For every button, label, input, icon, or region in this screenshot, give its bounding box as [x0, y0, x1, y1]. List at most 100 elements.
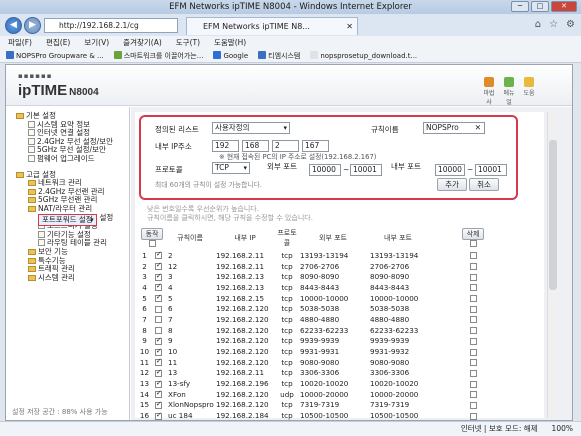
run-button[interactable]: 동작 — [140, 227, 164, 240]
rule-name-link[interactable]: 6 — [166, 303, 214, 314]
rule-enable-checkbox[interactable] — [155, 250, 162, 260]
rule-delete-checkbox[interactable] — [469, 252, 477, 260]
back-button[interactable]: ◀ — [5, 17, 22, 34]
rule-enable-checkbox[interactable] — [155, 293, 162, 303]
rule-name-link[interactable]: 3 — [166, 271, 214, 282]
rule-enable-checkbox[interactable] — [155, 400, 162, 409]
rule-list-select[interactable]: 사용자정의 — [212, 122, 290, 134]
rule-enable-checkbox[interactable] — [155, 272, 162, 281]
ext-port-to-input[interactable]: 10001 — [350, 164, 382, 176]
url-input[interactable]: http://192.168.2.1/cg — [44, 18, 178, 33]
rule-delete-checkbox[interactable] — [469, 359, 477, 367]
rule-delete-checkbox[interactable] — [469, 284, 477, 292]
rule-delete-checkbox[interactable] — [469, 412, 477, 420]
menu-item-1[interactable]: 편집(E) — [46, 36, 70, 49]
scrollbar-thumb[interactable] — [549, 140, 557, 290]
favorite-link-1[interactable]: 스마트워크를 이끌어가는... — [113, 49, 203, 62]
rule-delete-checkbox[interactable] — [469, 369, 477, 377]
name-header: 규칙이름 — [177, 233, 203, 242]
rule-delete-checkbox[interactable] — [469, 348, 477, 356]
browser-tab[interactable]: EFM Networks ipTIME N8... ✕ — [186, 17, 358, 35]
rule-delete-checkbox[interactable] — [469, 380, 477, 388]
rule-name-link[interactable]: 11 — [166, 357, 214, 368]
rule-name-link[interactable]: XFon — [166, 389, 214, 400]
rule-enable-checkbox[interactable] — [155, 336, 162, 345]
rule-name-link[interactable]: 13-sfy — [166, 378, 214, 389]
tab-close-icon[interactable]: ✕ — [346, 18, 353, 35]
header-icon-0[interactable]: 마법사 — [482, 77, 496, 106]
favorites-star-icon[interactable]: ☆ — [549, 19, 558, 30]
rule-enable-checkbox[interactable] — [155, 368, 162, 377]
rule-name-link[interactable]: 2 — [166, 250, 214, 261]
add-button[interactable]: 추가 — [437, 178, 467, 191]
favorite-label: nopsprosetup_download.t... — [320, 52, 418, 60]
menu-item-3[interactable]: 즐겨찾기(A) — [123, 36, 162, 49]
clear-icon[interactable]: ✕ — [475, 123, 481, 133]
rule-name-link[interactable]: 10 — [166, 346, 214, 357]
header-icon-1[interactable]: 메뉴얼 — [502, 77, 516, 106]
menu-tree-item[interactable]: 펌웨어 업그레이드 — [16, 154, 113, 164]
rule-enable-cell — [151, 378, 166, 389]
rule-enable-checkbox[interactable] — [155, 305, 162, 313]
zoom-level[interactable]: 100% — [552, 422, 573, 436]
rule-name-link[interactable]: 8 — [166, 325, 214, 336]
rules-table-wrap: 동작 규칙이름 내부 IP 프로토콜 외부 포트 내부 포트 삭제 12192.… — [138, 225, 518, 421]
rule-enable-checkbox[interactable] — [155, 357, 162, 367]
header-icon-2[interactable]: 도움 — [522, 77, 536, 106]
menu-item-5[interactable]: 도움말(H) — [214, 36, 246, 49]
favorite-link-4[interactable]: nopsprosetup_download.t... — [310, 49, 417, 62]
delete-all-checkbox[interactable] — [469, 240, 477, 247]
favorite-icon — [258, 51, 267, 59]
forward-button[interactable]: ▶ — [24, 17, 41, 34]
rule-delete-checkbox[interactable] — [469, 337, 477, 345]
rule-enable-checkbox[interactable] — [155, 411, 162, 420]
cancel-button[interactable]: 취소 — [469, 178, 499, 191]
rule-enable-checkbox[interactable] — [155, 389, 162, 399]
rule-name-link[interactable]: 12 — [166, 261, 214, 272]
rule-delete-checkbox[interactable] — [469, 316, 477, 324]
delete-button[interactable]: 삭제 — [461, 227, 485, 240]
minimize-button[interactable]: ─ — [511, 1, 529, 12]
maximize-button[interactable]: □ — [531, 1, 549, 12]
rule-ip: 192.168.2.120 — [216, 389, 269, 399]
rule-enable-checkbox[interactable] — [155, 261, 162, 271]
rule-name-link[interactable]: 7 — [166, 314, 214, 325]
rule-enable-checkbox[interactable] — [155, 282, 162, 292]
favorite-link-2[interactable]: Google — [213, 49, 248, 62]
vertical-scrollbar[interactable] — [547, 112, 557, 418]
home-icon[interactable]: ⌂ — [535, 19, 541, 30]
rule-name-input[interactable]: NOPSPro ✕ — [423, 122, 485, 134]
rule-name-link[interactable]: 4 — [166, 282, 214, 293]
tools-gear-icon[interactable]: ⚙ — [566, 19, 575, 30]
rule-enable-checkbox[interactable] — [155, 379, 162, 388]
menu-item-4[interactable]: 도구(T) — [176, 36, 200, 49]
rule-delete-checkbox[interactable] — [469, 391, 477, 399]
ext-port-from-input[interactable]: 10000 — [309, 164, 341, 176]
rule-delete-checkbox[interactable] — [469, 273, 477, 281]
rule-enable-checkbox[interactable] — [155, 347, 162, 356]
close-window-button[interactable]: ✕ — [551, 1, 577, 12]
rule-delete-checkbox[interactable] — [469, 401, 477, 409]
rule-delete-checkbox[interactable] — [469, 263, 477, 271]
favorite-link-3[interactable]: 티엠시스템 — [258, 49, 300, 62]
rule-enable-checkbox[interactable] — [155, 316, 162, 324]
rule-delete-checkbox[interactable] — [469, 305, 477, 313]
menu-item-2[interactable]: 보기(V) — [84, 36, 109, 49]
rule-name-link[interactable]: 13 — [166, 368, 214, 379]
folder-icon — [28, 180, 36, 187]
rule-name-link[interactable]: 5 — [166, 293, 214, 304]
select-all-checkbox[interactable] — [148, 240, 156, 247]
rule-delete-checkbox[interactable] — [469, 295, 477, 303]
rule-name-link[interactable]: uc 184 — [166, 410, 214, 421]
rule-name-link[interactable]: XlonNopspro — [166, 400, 214, 411]
rule-delete-checkbox[interactable] — [469, 327, 477, 335]
menu-item-selected-port-forward[interactable]: 포트포워드 설정 — [38, 213, 97, 226]
favorite-link-0[interactable]: NOPSPro Groupware & ... — [6, 49, 104, 62]
protocol-select[interactable]: TCP — [212, 162, 250, 174]
int-port-to-input[interactable]: 10001 — [475, 164, 507, 176]
int-port-from-input[interactable]: 10000 — [435, 164, 465, 176]
rule-name-link[interactable]: 9 — [166, 336, 214, 347]
menu-item-0[interactable]: 파일(F) — [8, 36, 32, 49]
menu-tree-item[interactable]: 시스템 관리 — [16, 273, 113, 283]
rule-enable-checkbox[interactable] — [155, 327, 162, 335]
